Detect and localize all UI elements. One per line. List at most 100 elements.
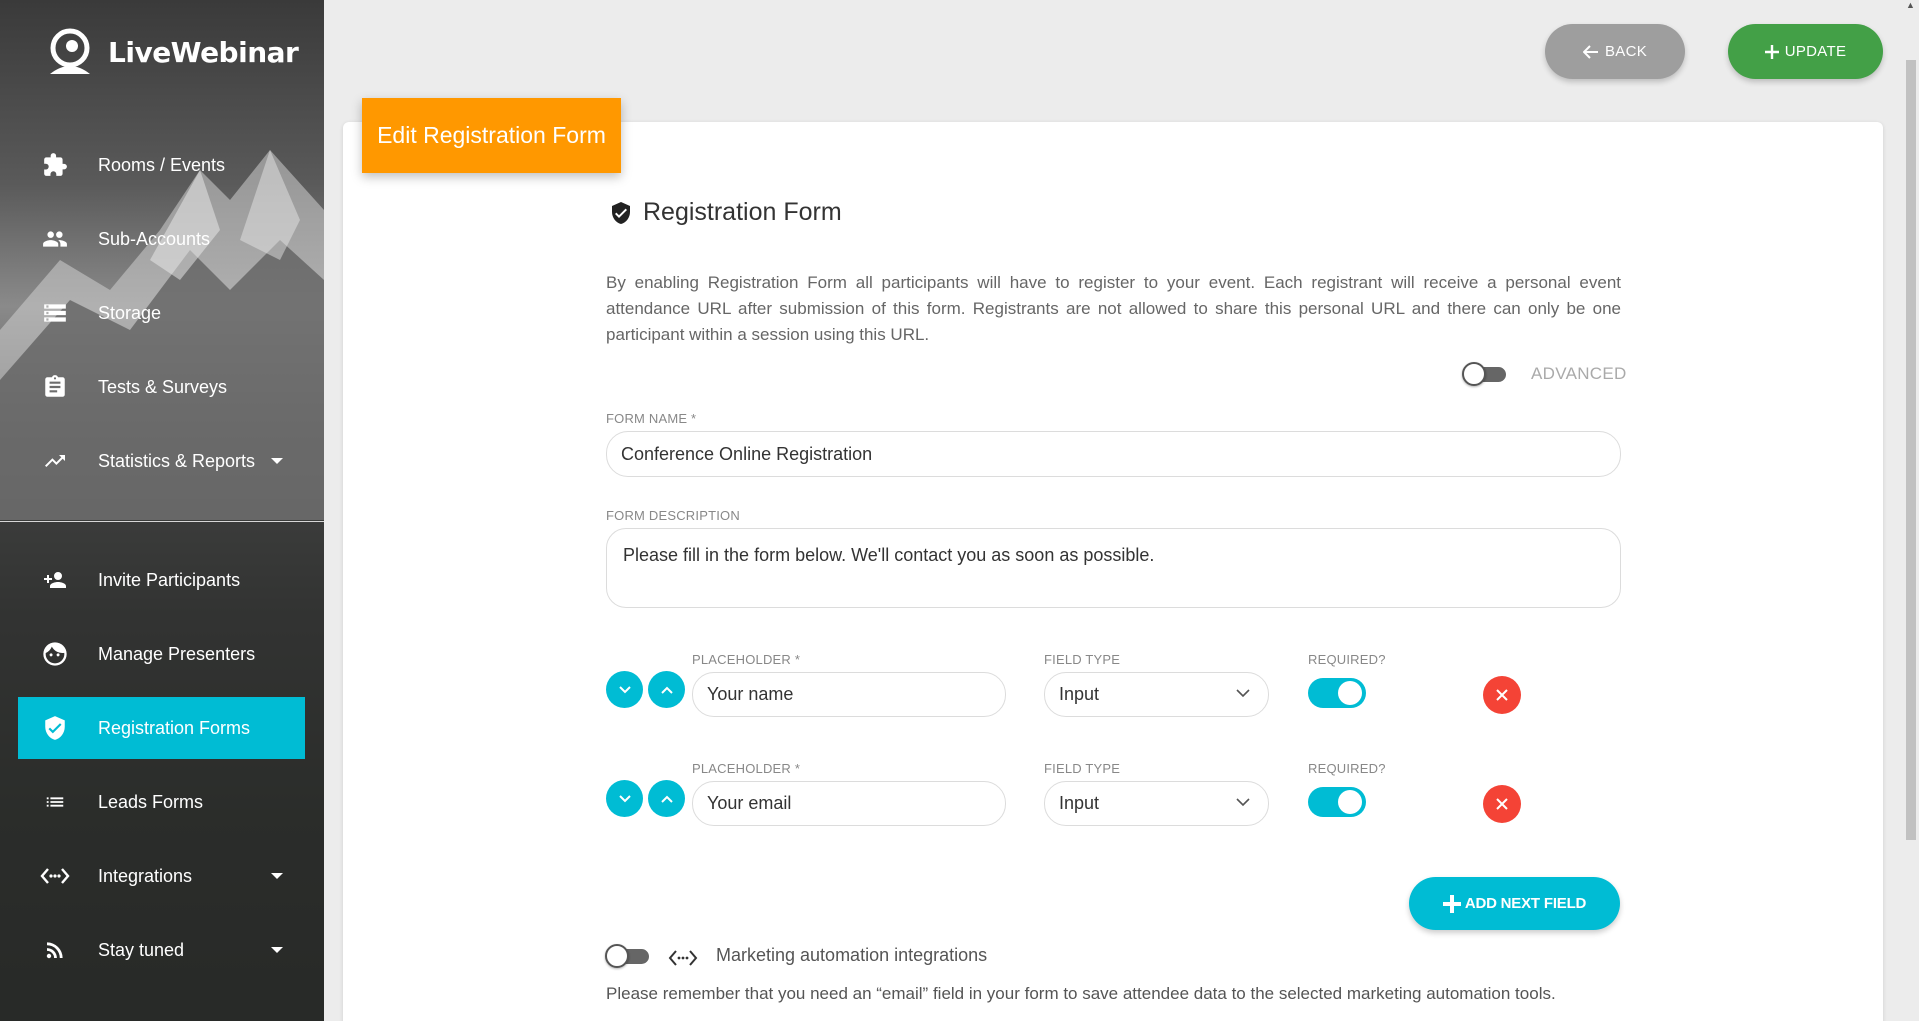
- form-description-value: Please fill in the form below. We'll con…: [623, 545, 1155, 565]
- form-name-input[interactable]: Conference Online Registration: [606, 431, 1621, 477]
- sidebar-item-label: Manage Presenters: [98, 643, 256, 664]
- close-icon: [1496, 689, 1508, 701]
- toggle-knob: [1462, 362, 1486, 386]
- back-button[interactable]: BACK: [1545, 24, 1685, 79]
- clipboard-icon: [40, 372, 70, 402]
- sidebar-item-registration-forms[interactable]: Registration Forms: [18, 697, 305, 759]
- back-button-label: BACK: [1604, 43, 1648, 60]
- chevron-up-icon: [660, 795, 673, 803]
- plus-icon: [1764, 44, 1779, 59]
- chevron-down-icon: [271, 947, 283, 953]
- placeholder-input[interactable]: Your name: [692, 672, 1006, 717]
- app-logo[interactable]: LiveWebinar: [42, 28, 299, 76]
- sidebar-item-label: Statistics & Reports: [98, 450, 256, 471]
- sidebar-item-integrations[interactable]: Integrations: [18, 845, 305, 907]
- form-description-label: FORM DESCRIPTION: [606, 508, 740, 523]
- field-type-value: Input: [1059, 684, 1100, 704]
- sidebar-item-label: Stay tuned: [98, 939, 185, 960]
- face-icon: [40, 639, 70, 669]
- toggle-knob: [1338, 681, 1362, 705]
- sidebar-item-label: Invite Participants: [98, 569, 241, 590]
- move-up-button[interactable]: [648, 780, 685, 817]
- chevron-down-icon: [618, 685, 631, 693]
- required-toggle[interactable]: [1308, 678, 1366, 708]
- trending-up-icon: [40, 446, 70, 476]
- sidebar-item-stay-tuned[interactable]: Stay tuned: [18, 919, 305, 981]
- sidebar: LiveWebinar Rooms / Events Sub-Accounts …: [0, 0, 324, 1021]
- person-add-icon: [40, 565, 70, 595]
- field-type-select[interactable]: Input: [1044, 672, 1269, 717]
- marketing-automation-toggle[interactable]: [605, 944, 649, 968]
- people-icon: [40, 224, 70, 254]
- plus-icon: [1442, 894, 1461, 913]
- advanced-label: ADVANCED: [1531, 364, 1627, 383]
- sidebar-item-invite-participants[interactable]: Invite Participants: [18, 549, 305, 611]
- chevron-down-icon: [1236, 689, 1250, 698]
- sidebar-item-leads-forms[interactable]: Leads Forms: [18, 771, 305, 833]
- chevron-down-icon: [271, 458, 283, 464]
- sidebar-item-storage[interactable]: Storage: [18, 282, 305, 344]
- field-type-label: FIELD TYPE: [1044, 761, 1121, 776]
- sidebar-item-label: Rooms / Events: [98, 154, 226, 175]
- section-title-text: Registration Form: [643, 198, 842, 226]
- chevron-down-icon: [271, 873, 283, 879]
- marketing-automation-note: Please remember that you need an “email”…: [606, 984, 1556, 1003]
- placeholder-value: Your name: [707, 684, 794, 704]
- field-type-label: FIELD TYPE: [1044, 652, 1121, 667]
- sidebar-item-label: Integrations: [98, 865, 193, 886]
- storage-icon: [40, 298, 70, 328]
- delete-field-button[interactable]: [1483, 785, 1521, 823]
- marketing-automation-label: Marketing automation integrations: [716, 945, 988, 965]
- scroll-up-arrow-icon[interactable]: ▲: [1906, 0, 1919, 10]
- field-type-value: Input: [1059, 793, 1100, 813]
- move-up-button[interactable]: [648, 671, 685, 708]
- sidebar-divider: [0, 521, 324, 522]
- chevron-down-icon: [1236, 798, 1250, 807]
- advanced-toggle[interactable]: [1462, 362, 1506, 386]
- rss-icon: [40, 935, 70, 965]
- required-toggle[interactable]: [1308, 787, 1366, 817]
- sidebar-item-label: Leads Forms: [98, 791, 204, 812]
- placeholder-label: PLACEHOLDER *: [692, 761, 801, 776]
- list-icon: [40, 787, 70, 817]
- form-name-value: Conference Online Registration: [621, 443, 873, 464]
- form-name-label: FORM NAME *: [606, 411, 697, 426]
- section-title: Registration Form: [609, 198, 842, 227]
- placeholder-input[interactable]: Your email: [692, 781, 1006, 826]
- move-down-button[interactable]: [606, 671, 643, 708]
- toggle-knob: [1338, 790, 1362, 814]
- arrow-left-icon: [1582, 44, 1598, 59]
- required-label: REQUIRED?: [1308, 761, 1386, 776]
- close-icon: [1496, 798, 1508, 810]
- update-button-label: UPDATE: [1784, 43, 1847, 60]
- app-name: LiveWebinar: [108, 35, 299, 69]
- sidebar-item-tests-surveys[interactable]: Tests & Surveys: [18, 356, 305, 418]
- sidebar-item-manage-presenters[interactable]: Manage Presenters: [18, 623, 305, 685]
- sidebar-item-label: Tests & Surveys: [98, 376, 228, 397]
- chevron-up-icon: [660, 686, 673, 694]
- page-scrollbar[interactable]: [1906, 60, 1916, 840]
- sidebar-item-rooms-events[interactable]: Rooms / Events: [18, 134, 305, 196]
- add-next-field-button[interactable]: ADD NEXT FIELD: [1409, 877, 1620, 930]
- sidebar-item-label: Storage: [98, 302, 162, 323]
- intro-text: By enabling Registration Form all partic…: [606, 273, 1621, 344]
- form-description-textarea[interactable]: Please fill in the form below. We'll con…: [606, 528, 1621, 608]
- sidebar-item-label: Sub-Accounts: [98, 228, 211, 249]
- add-next-field-label: ADD NEXT FIELD: [1464, 895, 1587, 912]
- code-arrows-icon: [40, 861, 70, 891]
- move-down-button[interactable]: [606, 780, 643, 817]
- toggle-knob: [605, 944, 629, 968]
- card-tag: Edit Registration Form: [362, 98, 621, 173]
- shield-check-icon: [612, 201, 630, 224]
- update-button[interactable]: UPDATE: [1728, 24, 1883, 79]
- placeholder-value: Your email: [707, 793, 792, 813]
- puzzle-icon: [40, 150, 70, 180]
- shield-check-icon: [40, 713, 70, 743]
- sidebar-item-statistics-reports[interactable]: Statistics & Reports: [18, 430, 305, 492]
- chevron-down-icon: [618, 794, 631, 802]
- placeholder-label: PLACEHOLDER *: [692, 652, 801, 667]
- field-type-select[interactable]: Input: [1044, 781, 1269, 826]
- delete-field-button[interactable]: [1483, 676, 1521, 714]
- required-label: REQUIRED?: [1308, 652, 1386, 667]
- sidebar-item-sub-accounts[interactable]: Sub-Accounts: [18, 208, 305, 270]
